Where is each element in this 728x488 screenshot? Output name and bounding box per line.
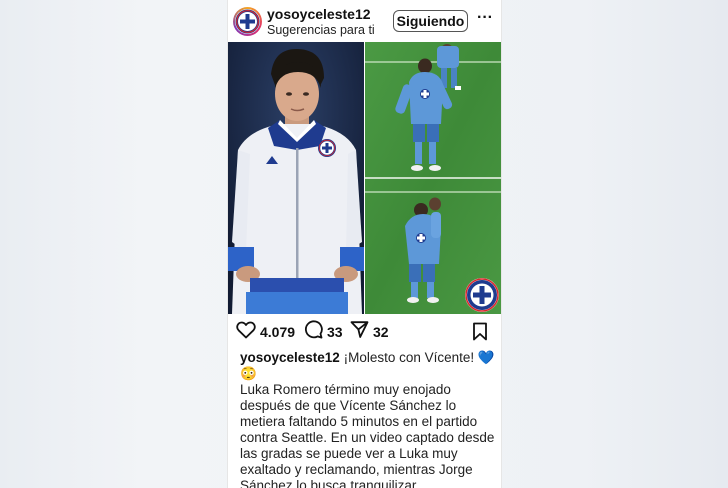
post-header: yosoyceleste12 Sugerencias para ti Sigui… <box>228 0 501 42</box>
comment-action[interactable]: 33 <box>304 320 343 344</box>
suggestion-label: Sugerencias para ti <box>267 23 375 37</box>
share-count: 32 <box>373 324 389 340</box>
profile-avatar[interactable] <box>233 7 262 36</box>
caption-headline: ¡Molesto con Vícente! 💙 <box>343 350 495 365</box>
caption-emoji: 😳 <box>240 366 257 381</box>
comment-count: 33 <box>327 324 343 340</box>
caption-headline-line: yosoyceleste12 ¡Molesto con Vícente! 💙 <box>240 350 496 366</box>
post-username[interactable]: yosoyceleste12 <box>267 6 371 22</box>
player-photo <box>228 42 364 314</box>
comment-icon[interactable] <box>304 320 323 344</box>
instagram-post-card: yosoyceleste12 Sugerencias para ti Sigui… <box>227 0 502 488</box>
like-action[interactable]: 4.079 <box>236 321 296 344</box>
more-icon[interactable]: ··· <box>475 10 495 30</box>
post-caption: yosoyceleste12 ¡Molesto con Vícente! 💙 😳… <box>240 350 496 488</box>
post-media[interactable] <box>228 42 501 314</box>
following-button[interactable]: Siguiendo <box>393 10 468 32</box>
like-count: 4.079 <box>260 324 296 340</box>
share-action[interactable]: 32 <box>350 320 389 344</box>
club-crest-avatar <box>235 9 260 34</box>
heart-icon[interactable] <box>236 321 256 344</box>
post-actions-bar: 4.079 33 32 <box>228 318 501 346</box>
bookmark-icon[interactable] <box>472 322 492 342</box>
share-icon[interactable] <box>350 320 369 344</box>
caption-username[interactable]: yosoyceleste12 <box>240 350 340 365</box>
match-video-frames <box>365 42 501 314</box>
caption-body: Luka Romero término muy enojado después … <box>240 382 495 488</box>
